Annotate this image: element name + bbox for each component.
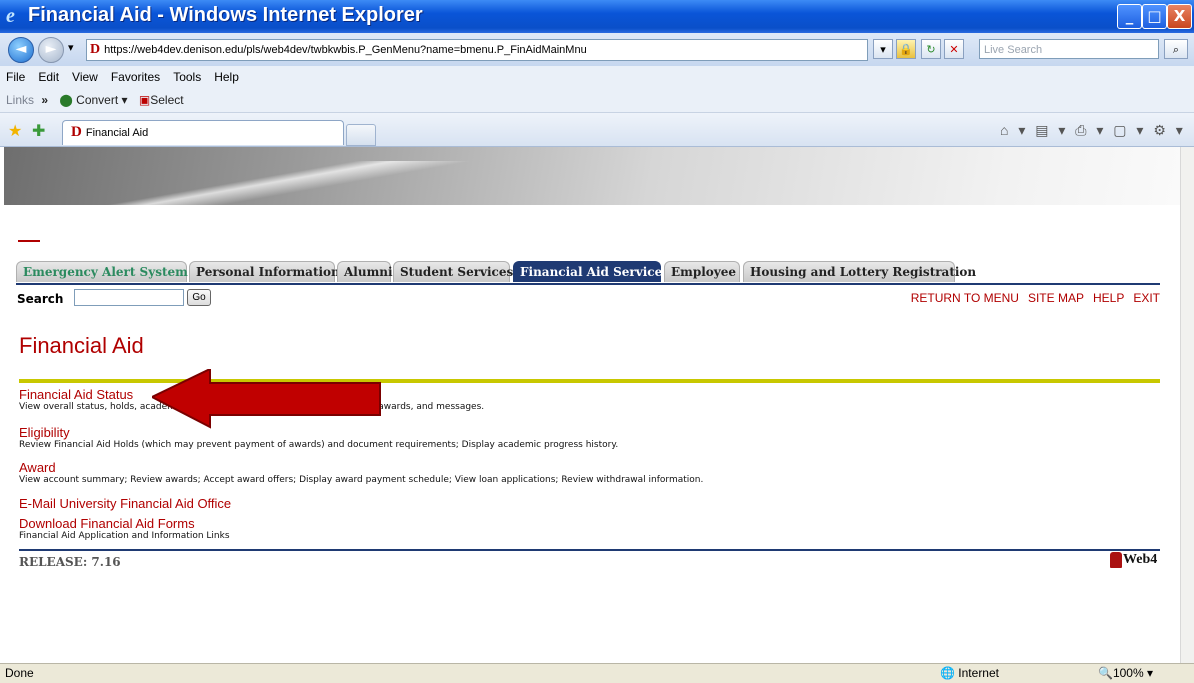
- tab-financial-aid-services[interactable]: Financial Aid Services: [513, 261, 669, 282]
- red-mark: [18, 240, 40, 242]
- menu-item: Download Financial Aid Forms Financial A…: [19, 516, 230, 541]
- go-button[interactable]: Go: [187, 289, 211, 306]
- page-title: Financial Aid: [19, 333, 144, 358]
- stop-button[interactable]: ✕: [944, 39, 964, 59]
- tab-title: Financial Aid: [85, 127, 149, 139]
- menu-file[interactable]: File: [6, 70, 25, 84]
- tab-favicon-icon: D: [71, 124, 82, 140]
- menu-view[interactable]: View: [72, 70, 98, 84]
- header-banner: [4, 147, 1180, 207]
- window-title: Financial Aid - Windows Internet Explore…: [28, 4, 423, 26]
- menu-item-description: View account summary; Review awards; Acc…: [19, 475, 704, 485]
- tab-emergency-alert[interactable]: Emergency Alert System: [16, 261, 188, 282]
- back-button[interactable]: ◄: [8, 37, 34, 63]
- menu-help[interactable]: Help: [214, 70, 239, 84]
- vertical-scrollbar[interactable]: [1180, 147, 1194, 663]
- status-text: Done: [5, 666, 34, 680]
- menu-item-description: Financial Aid Application and Informatio…: [19, 531, 230, 541]
- live-search-input[interactable]: Live Search: [979, 39, 1159, 59]
- release-label: RELEASE: 7.16: [19, 555, 121, 569]
- maximize-button[interactable]: □: [1142, 4, 1167, 29]
- minimize-button[interactable]: _: [1117, 4, 1142, 29]
- convert-icon: ⬤: [59, 93, 77, 107]
- address-dropdown-icon[interactable]: ▾: [873, 39, 893, 59]
- links-bar: Links » ⬤ Convert ▾ ▣Select: [0, 88, 1194, 113]
- tab-student-services[interactable]: Student Services: [393, 261, 513, 282]
- zone-indicator: 🌐 Internet: [940, 666, 999, 680]
- search-icon[interactable]: ⌕: [1164, 39, 1188, 59]
- tab-underline: [16, 283, 1160, 285]
- convert-button[interactable]: ⬤ Convert ▾: [59, 93, 127, 107]
- top-links: RETURN TO MENU SITE MAP HELP EXIT: [902, 291, 1160, 305]
- select-icon: ▣: [138, 93, 151, 107]
- help-link[interactable]: HELP: [1093, 291, 1124, 305]
- select-button[interactable]: ▣Select: [139, 93, 184, 107]
- browser-tab-bar: ★ ✚ D Financial Aid ⌂ ▾ ▤ ▾ ⎙ ▾ ▢ ▾ ⚙ ▾: [0, 113, 1194, 147]
- zoom-icon: 🔍: [1098, 666, 1113, 680]
- web4-logo: Web4: [1110, 552, 1157, 568]
- search-input[interactable]: [74, 289, 184, 306]
- address-field[interactable]: Dhttps://web4dev.denison.edu/pls/web4dev…: [86, 39, 868, 61]
- award-link[interactable]: Award: [19, 460, 703, 475]
- menu-edit[interactable]: Edit: [38, 70, 59, 84]
- site-favicon-icon: D: [90, 42, 101, 57]
- tab-financial-aid[interactable]: D Financial Aid: [62, 120, 344, 145]
- links-chevron-icon[interactable]: »: [41, 93, 48, 107]
- download-forms-link[interactable]: Download Financial Aid Forms: [19, 516, 230, 531]
- tab-alumni[interactable]: Alumni: [337, 261, 393, 282]
- refresh-button[interactable]: ↻: [921, 39, 941, 59]
- tab-housing-lottery[interactable]: Housing and Lottery Registration: [743, 261, 976, 282]
- footer-rule: [19, 549, 1160, 551]
- favorites-star-icon[interactable]: ★: [8, 121, 22, 141]
- menu-item-description: Review Financial Aid Holds (which may pr…: [19, 440, 619, 450]
- menu-bar: File Edit View Favorites Tools Help: [0, 66, 1194, 88]
- lock-icon[interactable]: 🔒: [896, 39, 916, 59]
- add-favorites-icon[interactable]: ✚: [32, 121, 45, 141]
- menu-item: E-Mail University Financial Aid Office: [19, 496, 231, 511]
- zoom-control[interactable]: 🔍100% ▾: [1098, 664, 1153, 683]
- tab-employee[interactable]: Employee: [664, 261, 740, 282]
- menu-favorites[interactable]: Favorites: [111, 70, 160, 84]
- window-title-bar[interactable]: e Financial Aid - Windows Internet Explo…: [0, 0, 1194, 33]
- history-dropdown-icon[interactable]: ▾: [68, 41, 74, 54]
- address-toolbar: ◄ ► ▾ Dhttps://web4dev.denison.edu/pls/w…: [0, 33, 1194, 66]
- search-label: Search: [17, 292, 64, 306]
- return-to-menu-link[interactable]: RETURN TO MENU: [911, 291, 1019, 305]
- site-map-link[interactable]: SITE MAP: [1028, 291, 1084, 305]
- command-bar-icons[interactable]: ⌂ ▾ ▤ ▾ ⎙ ▾ ▢ ▾ ⚙ ▾: [1000, 122, 1186, 139]
- menu-tools[interactable]: Tools: [173, 70, 201, 84]
- new-tab-button[interactable]: [346, 124, 376, 146]
- globe-icon: 🌐: [940, 666, 955, 680]
- links-label: Links: [6, 93, 35, 107]
- close-button[interactable]: X: [1167, 4, 1192, 29]
- status-bar: Done 🌐 Internet 🔍100% ▾: [0, 663, 1194, 683]
- tab-personal-information[interactable]: Personal Information: [189, 261, 340, 282]
- exit-link[interactable]: EXIT: [1133, 291, 1160, 305]
- url-text: https://web4dev.denison.edu/pls/web4dev/…: [104, 44, 587, 56]
- page-content: Emergency Alert System Personal Informat…: [4, 147, 1180, 663]
- email-financial-aid-office-link[interactable]: E-Mail University Financial Aid Office: [19, 496, 231, 511]
- menu-item: Award View account summary; Review award…: [19, 460, 703, 485]
- mascot-icon: [1110, 552, 1122, 568]
- ie-logo-icon: e: [6, 5, 15, 27]
- forward-button[interactable]: ►: [38, 37, 64, 63]
- pointer-arrow-icon: [152, 369, 381, 429]
